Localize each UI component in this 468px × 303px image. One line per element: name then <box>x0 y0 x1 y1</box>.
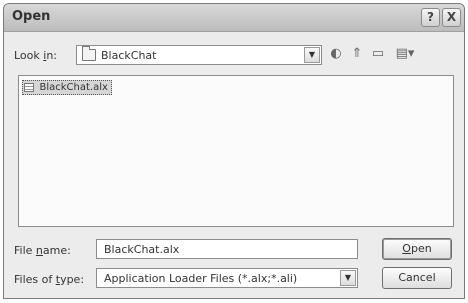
file-type-label: Files of type: <box>14 273 85 286</box>
open-button[interactable]: Open <box>382 238 452 260</box>
file-name-input[interactable]: BlackChat.alx <box>96 239 358 259</box>
list-item[interactable]: BlackChat.alx <box>22 80 112 95</box>
file-name-label: File name: <box>14 244 71 257</box>
title-bar[interactable]: Open ? X <box>4 4 464 32</box>
help-button[interactable]: ? <box>421 8 440 27</box>
back-arrow-icon[interactable]: ◐ <box>328 45 344 63</box>
file-item-name: BlackChat.alx <box>39 82 108 93</box>
view-menu-icon[interactable]: ▤▾ <box>392 45 418 63</box>
file-list[interactable]: BlackChat.alx <box>18 75 454 227</box>
new-folder-icon[interactable]: ▭ <box>370 45 386 63</box>
close-icon: X <box>446 10 457 24</box>
file-type-dropdown[interactable]: Application Loader Files (*.alx;*.ali) ▼ <box>96 268 358 288</box>
document-icon <box>24 83 34 92</box>
file-type-value: Application Loader Files (*.alx;*.ali) <box>104 272 298 285</box>
chevron-down-icon[interactable]: ▼ <box>340 270 356 286</box>
look-in-value: BlackChat <box>101 49 157 62</box>
dialog-title: Open <box>12 9 51 24</box>
chevron-down-icon[interactable]: ▼ <box>304 47 320 63</box>
look-in-dropdown[interactable]: BlackChat ▼ <box>76 45 322 65</box>
cancel-button[interactable]: Cancel <box>382 267 452 289</box>
close-button[interactable]: X <box>442 8 461 27</box>
help-icon: ? <box>427 10 434 24</box>
up-folder-icon[interactable]: ⇑ <box>349 45 365 63</box>
look-in-label: Look in: <box>14 49 58 62</box>
open-dialog: Open ? X Look in: BlackChat ▼ ◐ ⇑ ▭ ▤▾ B… <box>3 3 465 299</box>
folder-icon <box>82 46 96 61</box>
file-name-value: BlackChat.alx <box>104 243 180 256</box>
